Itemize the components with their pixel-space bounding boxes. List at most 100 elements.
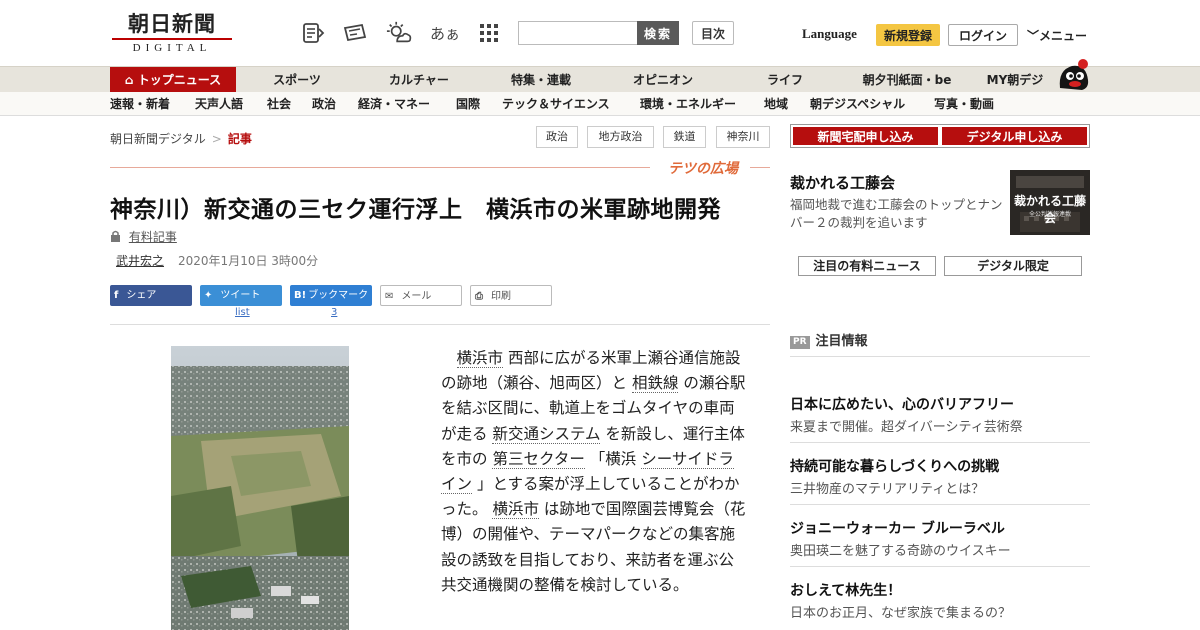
breadcrumb-separator: > — [211, 132, 222, 146]
print-label: 印刷 — [491, 291, 511, 302]
pr-item-title[interactable]: 日本に広めたい、心のバリアフリー — [790, 394, 1014, 414]
paper-icon[interactable] — [300, 20, 326, 46]
home-delivery-button[interactable]: 新聞宅配申し込み — [793, 127, 938, 145]
digital-only-button[interactable]: デジタル限定 — [944, 256, 1082, 276]
language-link[interactable]: Language — [802, 26, 857, 42]
nav-label: トップニュース — [137, 73, 222, 87]
pr-heading: PR 注目情報 — [790, 330, 868, 349]
nav-top-news[interactable]: ⌂ トップニュース — [110, 67, 236, 93]
scrap-icon[interactable] — [342, 20, 368, 46]
twitter-icon: ✦ — [204, 290, 213, 301]
nav-my-asadigi[interactable]: MY朝デジ — [980, 67, 1050, 93]
subnav-environment[interactable]: 環境・エネルギー — [640, 92, 736, 116]
pr-item-subtitle[interactable]: 日本のお正月、なぜ家族で集まるの？ — [790, 602, 1011, 621]
breadcrumb-home[interactable]: 朝日新聞デジタル — [110, 132, 206, 146]
paid-label: 有料記事 — [128, 230, 177, 244]
section-rule: テツの広場 — [110, 158, 770, 178]
hatena-icon: B! — [294, 290, 307, 301]
twitter-count[interactable]: list — [235, 307, 250, 318]
nav-features[interactable]: 特集・連載 — [496, 67, 586, 93]
feature-title[interactable]: 裁かれる工藤会 — [790, 172, 895, 193]
login-button[interactable]: ログイン — [948, 24, 1018, 46]
asahi-logo[interactable]: 朝日新聞 DIGITAL — [112, 12, 232, 54]
nav-life[interactable]: ライフ — [740, 67, 830, 93]
pr-badge: PR — [790, 336, 810, 349]
mascot-icon[interactable] — [1056, 58, 1092, 92]
subnav-photo-video[interactable]: 写真・動画 — [934, 92, 994, 116]
facebook-share-button[interactable]: f シェア — [110, 285, 192, 306]
grid-menu-icon[interactable] — [476, 20, 502, 46]
keyword-link[interactable]: 相鉄線 — [631, 374, 679, 394]
publish-date: 2020年1月10日 3時00分 — [178, 254, 319, 268]
keyword-link[interactable]: 横浜市 — [492, 500, 539, 520]
menu-button[interactable]: ﹀メニュー — [1027, 27, 1087, 44]
divider — [110, 324, 770, 325]
keyword-link[interactable]: 横浜市 — [456, 349, 504, 368]
lock-icon — [110, 230, 125, 244]
subnav-tech-science[interactable]: テック＆サイエンス — [502, 92, 610, 116]
tag-kanagawa[interactable]: 神奈川 — [716, 126, 770, 148]
search-button[interactable]: 検索 — [637, 21, 679, 45]
hatena-label: ブックマーク — [308, 290, 369, 301]
tag-politics[interactable]: 政治 — [536, 126, 578, 148]
facebook-share-label: シェア — [126, 290, 157, 301]
subnav-special[interactable]: 朝デジスペシャル — [810, 92, 905, 116]
twitter-share-button[interactable]: ✦ ツイート — [200, 285, 282, 306]
author-link[interactable]: 武井宏之 — [116, 254, 164, 268]
pr-item-subtitle[interactable]: 来夏まで開催。超ダイバーシティ芸術祭 — [790, 416, 1023, 435]
register-button[interactable]: 新規登録 — [876, 24, 940, 46]
subscribe-cta: 新聞宅配申し込み デジタル申し込み — [790, 124, 1090, 148]
paid-news-button[interactable]: 注目の有料ニュース — [798, 256, 936, 276]
pr-item-subtitle[interactable]: 奥田瑛二を魅了する奇跡のウイスキー — [790, 540, 1011, 559]
nav-opinion[interactable]: オピニオン — [618, 67, 708, 93]
tag-local-politics[interactable]: 地方政治 — [587, 126, 654, 148]
article-headline: 神奈川）新交通の三セク運行浮上 横浜市の米軍跡地開発 — [110, 197, 721, 223]
paid-article-badge[interactable]: 有料記事 — [110, 228, 177, 245]
subnav-society[interactable]: 社会 — [267, 92, 291, 116]
print-icon: ⎙ — [475, 291, 483, 302]
feature-image[interactable]: 裁かれる工藤会 全公判詳報連載 — [1010, 170, 1090, 235]
feature-image-subtitle: 全公判詳報連載 — [1028, 211, 1071, 218]
pr-item-subtitle[interactable]: 三井物産のマテリアリティとは？ — [790, 478, 984, 497]
sub-nav: 速報・新着 天声人語 社会 政治 経済・マネー 国際 テック＆サイエンス 環境・… — [0, 92, 1200, 116]
logo-subtext: DIGITAL — [112, 38, 232, 54]
subnav-international[interactable]: 国際 — [456, 92, 480, 116]
top-header: 朝日新聞 DIGITAL あぁ 検索 目次 Language 新規登録 ログイン… — [0, 0, 1200, 66]
nav-sports[interactable]: スポーツ — [252, 67, 342, 93]
digital-subscribe-button[interactable]: デジタル申し込み — [942, 127, 1087, 145]
subnav-breaking[interactable]: 速報・新着 — [110, 92, 170, 116]
keyword-link[interactable]: 第三セクター — [492, 449, 585, 469]
subnav-tenseijingo[interactable]: 天声人語 — [195, 92, 243, 116]
body-text: 「横浜 — [584, 449, 642, 468]
aerial-photo[interactable] — [171, 346, 349, 630]
font-size-icon[interactable]: あぁ — [430, 20, 460, 46]
keyword-link[interactable]: 新交通システム — [492, 424, 601, 444]
subnav-region[interactable]: 地域 — [764, 92, 788, 116]
pr-divider — [790, 566, 1090, 567]
mail-share-button[interactable]: ✉ メール — [380, 285, 462, 306]
feature-description[interactable]: 福岡地裁で進む工藤会のトップとナンバー２の裁判を追います — [790, 196, 1004, 232]
pr-item-title[interactable]: 持続可能な暮らしづくりへの挑戦 — [790, 456, 999, 476]
menu-label: メニュー — [1039, 29, 1088, 43]
section-label[interactable]: テツの広場 — [658, 158, 748, 178]
pr-divider — [790, 504, 1090, 505]
print-button[interactable]: ⎙ 印刷 — [470, 285, 552, 306]
nav-culture[interactable]: カルチャー — [374, 67, 464, 93]
mail-label: メール — [401, 291, 432, 302]
pr-item-title[interactable]: おしえて林先生！ — [790, 580, 901, 600]
facebook-icon: f — [114, 290, 119, 301]
hatena-count[interactable]: 3 — [331, 307, 337, 318]
toc-button[interactable]: 目次 — [692, 21, 734, 45]
breadcrumb-current: 記事 — [227, 132, 252, 146]
tag-railway[interactable]: 鉄道 — [663, 126, 706, 148]
weather-icon[interactable] — [386, 20, 412, 46]
pr-item-title[interactable]: ジョニーウォーカー ブルーラベル — [790, 518, 1005, 538]
logo-text: 朝日新聞 — [128, 11, 216, 36]
nav-paper-edition[interactable]: 朝夕刊紙面・be — [852, 67, 962, 93]
hatena-bookmark-button[interactable]: B! ブックマーク — [290, 285, 372, 306]
subnav-politics[interactable]: 政治 — [312, 92, 336, 116]
search-input[interactable] — [518, 21, 638, 45]
mail-icon: ✉ — [385, 291, 394, 302]
article-body: 横浜市 西部に広がる米軍上瀬谷通信施設の跡地（瀬谷、旭両区）と 相鉄線 の瀬谷駅… — [441, 346, 749, 598]
subnav-economy[interactable]: 経済・マネー — [358, 92, 430, 116]
